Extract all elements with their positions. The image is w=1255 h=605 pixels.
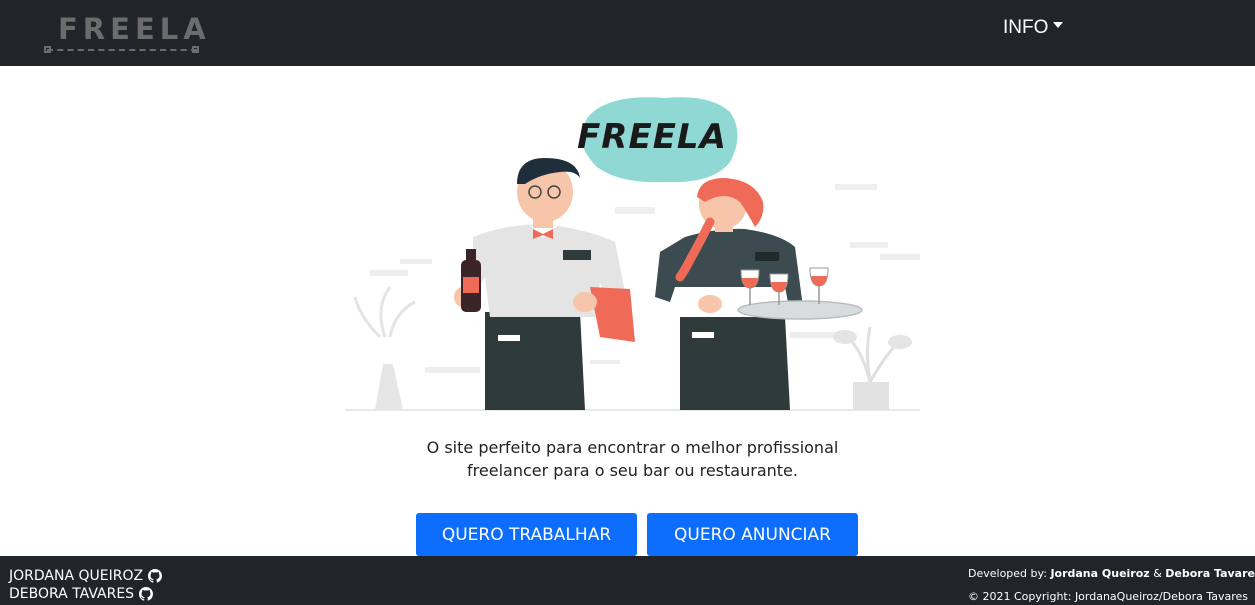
tagline-line-2: freelancer para o seu bar ou restaurante…	[467, 461, 798, 480]
plant-decoration	[833, 326, 912, 410]
caret-down-icon	[1053, 22, 1064, 28]
developer-link-jordana[interactable]: JORDANA QUEIROZ	[9, 568, 163, 584]
logo-decoration-right	[192, 46, 199, 53]
waitress-figure	[655, 178, 863, 410]
quero-anunciar-button[interactable]: QUERO ANUNCIAR	[647, 513, 858, 556]
waiter-figure	[454, 158, 635, 410]
credit-name-debora: Debora Tavares	[1165, 567, 1255, 580]
footer: JORDANA QUEIROZ DEBORA TAVARES Developed…	[0, 556, 1255, 605]
quero-trabalhar-button[interactable]: QUERO TRABALHAR	[416, 513, 637, 556]
logo[interactable]: FREELA	[44, 8, 206, 58]
tagline: O site perfeito para encontrar o melhor …	[380, 436, 885, 482]
github-icon	[148, 569, 163, 583]
developer-name: JORDANA QUEIROZ	[9, 568, 144, 584]
github-icon	[139, 587, 154, 601]
tagline-line-1: O site perfeito para encontrar o melhor …	[426, 438, 839, 457]
developed-by-label: Developed by:	[968, 567, 1047, 580]
wine-glasses	[740, 267, 829, 305]
developer-link-debora[interactable]: DEBORA TAVARES	[9, 586, 154, 602]
copyright: © 2021 Copyright: JordanaQueiroz/Debora …	[968, 590, 1249, 603]
background-decorations	[370, 184, 920, 373]
logo-text: FREELA	[58, 12, 211, 46]
info-label: INFO	[1003, 17, 1049, 38]
logo-dashed-line	[47, 49, 197, 51]
credit-name-jordana: Jordana Queiroz	[1050, 567, 1150, 580]
vase-decoration	[353, 286, 416, 410]
developer-name: DEBORA TAVARES	[9, 586, 135, 602]
navbar: FREELA INFO	[0, 0, 1255, 66]
hero-brand-text: FREELA	[577, 117, 727, 157]
developer-credits: Developed by: Jordana Queiroz & Debora T…	[968, 567, 1255, 580]
hero-illustration: FREELA	[345, 97, 920, 411]
ampersand: &	[1153, 567, 1162, 580]
info-dropdown-toggle[interactable]: INFO	[1003, 16, 1064, 40]
